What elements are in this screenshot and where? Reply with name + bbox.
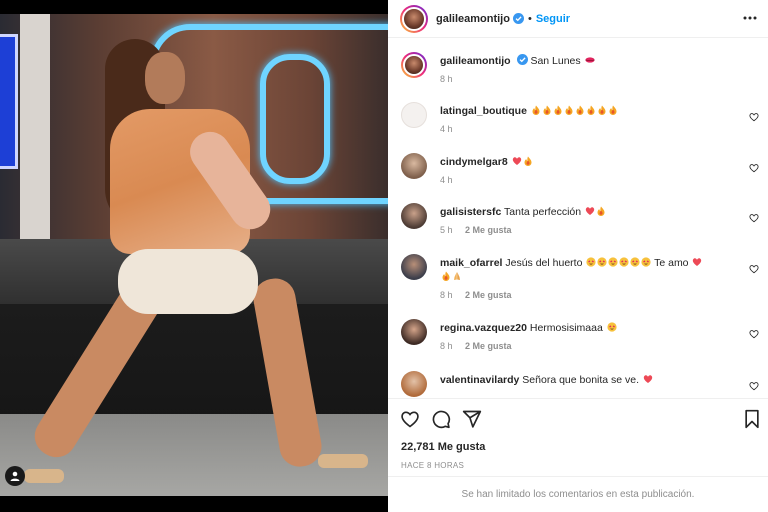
heart-icon[interactable] (749, 163, 759, 173)
caption-username[interactable]: galileamontijo (440, 55, 511, 67)
photo-figure-shorts (118, 249, 258, 314)
heart-icon[interactable] (749, 329, 759, 339)
caption-time: 8 h (440, 74, 453, 84)
more-icon[interactable] (742, 10, 758, 26)
heart-icon[interactable] (749, 264, 759, 274)
comment-body: Jesús del huerto (505, 257, 583, 269)
comments-list[interactable]: galileamontijo San Lunes 8 h latingal_bo… (388, 38, 768, 398)
commenter-avatar[interactable] (401, 102, 427, 128)
comment-time: 8 h (440, 290, 453, 300)
bookmark-icon[interactable] (742, 409, 762, 429)
instagram-post-modal: galileamontijo • Seguir galileamontijo S… (0, 0, 768, 512)
comment-username[interactable]: cindymelgar8 (440, 156, 508, 168)
photo-blue-sign (0, 34, 18, 169)
caption-body: San Lunes (530, 55, 581, 67)
tag-user-icon[interactable] (5, 466, 25, 486)
likes-count[interactable]: 22,781 Me gusta (401, 441, 485, 453)
heart-emoji (691, 257, 702, 269)
verified-icon (516, 54, 528, 65)
comment-body: Hermosisimaaa (529, 322, 603, 334)
caption-avatar[interactable] (401, 52, 427, 78)
comments-limited-notice: Se han limitado los comentarios en esta … (388, 476, 768, 512)
comment-text: regina.vazquez20 Hermosisimaaa (440, 321, 740, 335)
fire-emoji (530, 105, 618, 117)
post-header: galileamontijo • Seguir (388, 0, 768, 38)
comment-likes[interactable]: 2 Me gusta (465, 225, 512, 235)
comment-username[interactable]: regina.vazquez20 (440, 322, 527, 334)
heart-emoji (584, 206, 595, 218)
post-photo[interactable] (0, 14, 388, 496)
heart-icon[interactable] (749, 213, 759, 223)
comment-text: valentinavilardy Señora que bonita se ve… (440, 373, 740, 387)
pray-emoji (451, 271, 462, 283)
comment-text: latingal_boutique (440, 104, 740, 118)
photo-white-pillar (20, 14, 50, 244)
comment-text: galisistersfc Tanta perfección (440, 205, 740, 219)
comment-body: Señora que bonita se ve. (522, 374, 640, 386)
verified-icon (512, 13, 524, 24)
heart-icon[interactable] (749, 381, 759, 391)
photo-figure-face (145, 52, 185, 104)
comment-text: cindymelgar8 (440, 155, 740, 169)
comment-username[interactable]: maik_ofarrel (440, 257, 502, 269)
comment-time: 5 h (440, 225, 453, 235)
photo-figure-heel-left (24, 469, 64, 483)
comment-time: 8 h (440, 341, 453, 351)
comment-username[interactable]: galisistersfc (440, 206, 501, 218)
fire-emoji (595, 206, 606, 218)
comment-body-2: Te amo (654, 257, 689, 269)
comment-body: Tanta perfección (504, 206, 582, 218)
fire-emoji (522, 156, 533, 168)
comment-username[interactable]: latingal_boutique (440, 105, 527, 117)
star-struck-emoji (606, 322, 617, 334)
photo-neon-sign-loop (260, 54, 330, 184)
commenter-avatar[interactable] (401, 371, 427, 397)
photo-figure-heel-right (318, 454, 368, 468)
comment-text: maik_ofarrel Jesús del huerto Te amo (440, 256, 740, 284)
heart-emoji (511, 156, 522, 168)
comment-icon[interactable] (431, 409, 451, 429)
author-avatar[interactable] (400, 4, 428, 33)
comment-meta: 8 h 2 Me gusta (440, 290, 512, 300)
comment-meta: 5 h 2 Me gusta (440, 225, 512, 235)
heart-emoji (642, 374, 653, 386)
comment-time: 4 h (440, 175, 453, 185)
share-icon[interactable] (462, 409, 482, 429)
lips-emoji (584, 57, 595, 63)
caption-text: galileamontijo San Lunes (440, 54, 740, 68)
fire-emoji (440, 271, 451, 283)
comment-meta: 8 h 2 Me gusta (440, 341, 512, 351)
commenter-avatar[interactable] (401, 203, 427, 229)
commenter-avatar[interactable] (401, 153, 427, 179)
post-side-panel: galileamontijo • Seguir galileamontijo S… (388, 0, 768, 512)
follow-button[interactable]: Seguir (536, 13, 570, 25)
heart-icon[interactable] (749, 112, 759, 122)
author-username[interactable]: galileamontijo (436, 13, 510, 25)
header-separator: • (527, 12, 532, 25)
comment-likes[interactable]: 2 Me gusta (465, 290, 512, 300)
star-struck-emoji (585, 257, 651, 269)
commenter-avatar[interactable] (401, 319, 427, 345)
comment-time: 4 h (440, 124, 453, 134)
comment-username[interactable]: valentinavilardy (440, 374, 519, 386)
comment-likes[interactable]: 2 Me gusta (465, 341, 512, 351)
like-heart-icon[interactable] (400, 409, 420, 429)
action-bar (388, 398, 768, 440)
commenter-avatar[interactable] (401, 254, 427, 280)
post-timestamp[interactable]: HACE 8 HORAS (401, 461, 464, 470)
